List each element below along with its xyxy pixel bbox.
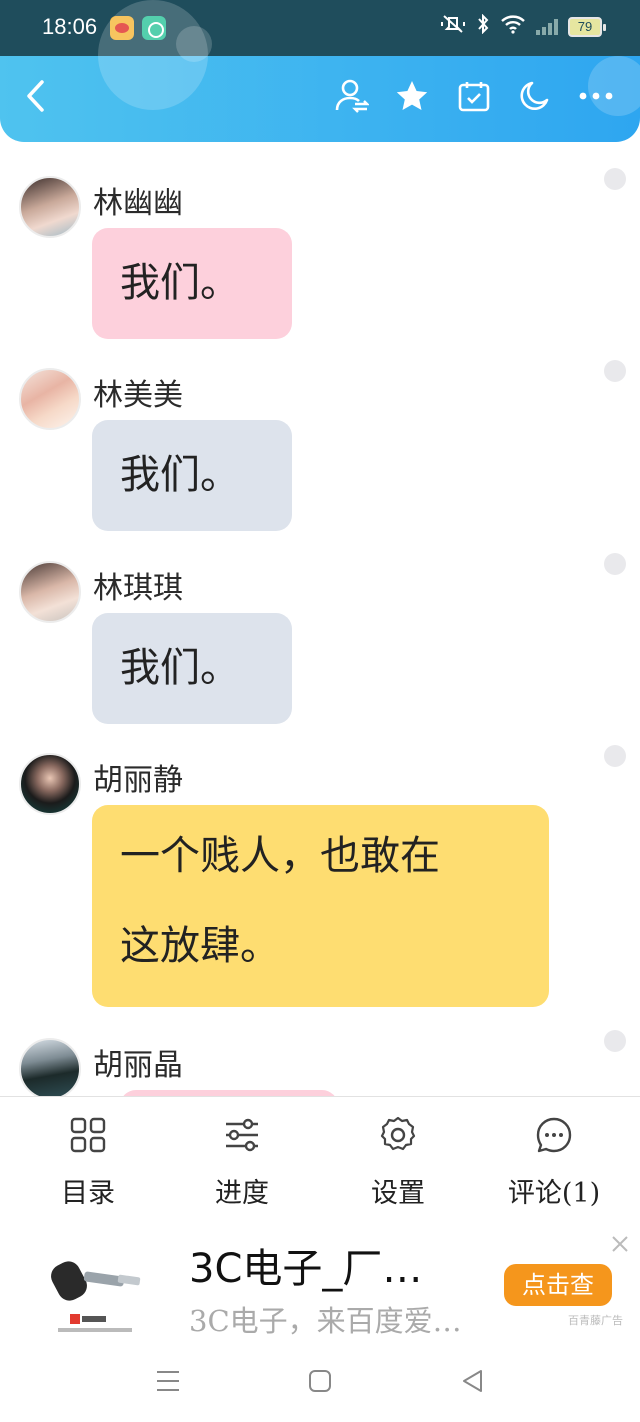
wifi-icon (500, 14, 526, 39)
comment-icon (536, 1117, 572, 1153)
status-dot (604, 553, 626, 575)
chat-list[interactable]: 林幽幽 我们。 林美美 我们。 林琪琪 我们。 胡丽静 一个贱人，也敢在 这放肆… (0, 142, 640, 1096)
sliders-icon (226, 1118, 258, 1152)
mute-icon (440, 14, 466, 39)
ad-action-button[interactable]: 点击查 (504, 1264, 612, 1306)
avatar[interactable] (19, 753, 81, 815)
car-key-icon (51, 1261, 141, 1332)
ad-image[interactable] (40, 1240, 150, 1336)
system-back-button[interactable] (460, 1368, 488, 1394)
sender-name: 林美美 (93, 378, 183, 413)
tab-label: 进度 (215, 1178, 269, 1209)
status-dot (604, 745, 626, 767)
tab-catalog[interactable]: 目录 (8, 1097, 168, 1221)
message-text: 我们。 (120, 260, 240, 306)
star-icon (396, 81, 428, 110)
message-text: 我们。 (120, 645, 240, 691)
tab-label: 目录 (61, 1178, 115, 1209)
message-bubble[interactable]: 一个贱人，也敢在 这放肆。 (92, 805, 549, 1007)
status-icons: 79 (440, 13, 606, 39)
avatar[interactable] (19, 1038, 81, 1096)
gear-icon (380, 1116, 416, 1151)
favorite-button[interactable] (392, 76, 432, 116)
user-switch-icon (335, 79, 369, 113)
message-text: 我们。 (120, 452, 240, 498)
moon-icon (520, 81, 549, 110)
message-text-line: 这放肆。 (120, 923, 280, 969)
ad-banner[interactable]: 3C电子_厂… 3C电子，来百度爱… 点击查 百青藤广告 (0, 1220, 640, 1338)
close-icon (612, 1236, 628, 1252)
status-dot (604, 1030, 626, 1052)
grid-icon (70, 1117, 106, 1153)
home-icon (309, 1370, 331, 1392)
bluetooth-icon (476, 13, 490, 39)
more-button[interactable] (576, 76, 616, 116)
status-dot (604, 168, 626, 190)
ad-subtitle[interactable]: 3C电子，来百度爱… (189, 1298, 462, 1340)
back-triangle-icon (463, 1370, 482, 1392)
menu-icon (157, 1371, 179, 1391)
sender-name: 林琪琪 (93, 571, 183, 606)
more-icon (579, 92, 613, 100)
ad-tag: 百青藤广告 (568, 1314, 623, 1327)
decor-bubble (176, 26, 212, 62)
ad-title[interactable]: 3C电子_厂… (189, 1236, 422, 1294)
tab-progress[interactable]: 进度 (162, 1097, 322, 1221)
system-navigation-bar (0, 1338, 640, 1422)
message-bubble[interactable]: 我们。 (92, 613, 292, 724)
back-icon (27, 80, 44, 112)
night-mode-button[interactable] (514, 76, 554, 116)
reader-toolbar: 目录 进度 设置 评论(1) (0, 1096, 640, 1220)
user-switch-button[interactable] (332, 76, 372, 116)
tab-label: 设置 (371, 1178, 425, 1209)
avatar[interactable] (19, 368, 81, 430)
message-bubble[interactable]: 我们。 (92, 228, 292, 339)
avatar[interactable] (19, 561, 81, 623)
tab-label: 评论(1) (507, 1178, 601, 1209)
home-button[interactable] (307, 1368, 335, 1394)
status-bar: 18:06 79 (0, 0, 640, 56)
calendar-check-icon (458, 82, 490, 112)
sender-name: 胡丽晶 (93, 1048, 183, 1083)
tab-settings[interactable]: 设置 (318, 1097, 478, 1221)
signal-icon (536, 18, 558, 35)
tab-comments[interactable]: 评论(1) (474, 1097, 634, 1221)
status-time: 18:06 (42, 14, 98, 39)
menu-button[interactable] (154, 1368, 182, 1394)
check-in-button[interactable] (454, 76, 494, 116)
back-button[interactable] (16, 76, 56, 116)
battery-icon: 79 (568, 16, 606, 37)
status-dot (604, 360, 626, 382)
message-bubble[interactable]: 我们。 (92, 420, 292, 531)
sender-name: 胡丽静 (93, 763, 183, 798)
avatar[interactable] (19, 176, 81, 238)
ad-close-button[interactable] (610, 1234, 630, 1254)
message-text-line: 一个贱人，也敢在 (120, 833, 440, 879)
top-navigation-bar (0, 0, 640, 142)
sender-name: 林幽幽 (93, 186, 183, 221)
